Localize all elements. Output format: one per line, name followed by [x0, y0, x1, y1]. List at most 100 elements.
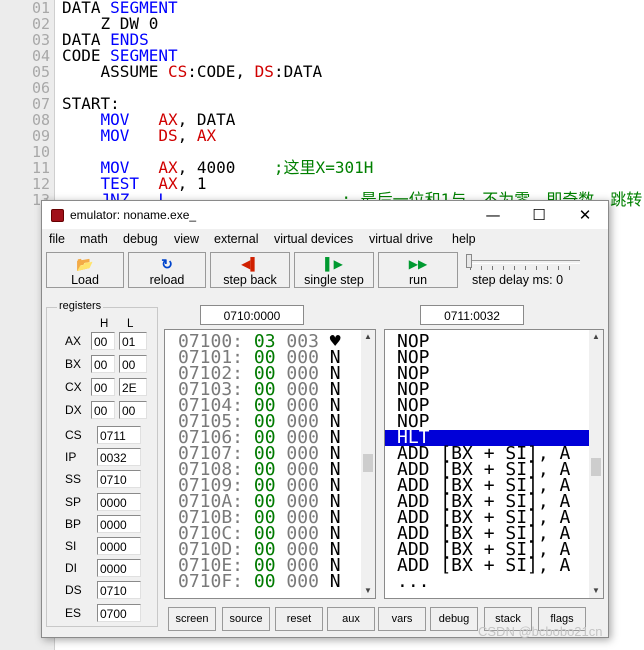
aux-button[interactable]: aux — [327, 607, 375, 631]
register-name-si: SI — [65, 539, 77, 553]
slider-thumb[interactable] — [466, 254, 472, 268]
code-line[interactable]: ASSUME CS:CODE, DS:DATA — [62, 62, 323, 81]
step-back-label: step back — [223, 273, 277, 287]
register-es-value[interactable]: 0700 — [97, 603, 141, 622]
register-name-cs: CS — [65, 428, 82, 442]
source-button[interactable]: source — [222, 607, 270, 631]
menu-file[interactable]: file — [49, 232, 65, 246]
disassembly-row[interactable]: ... — [385, 573, 590, 591]
minimize-button[interactable]: — — [473, 203, 513, 227]
memory-scroll-thumb[interactable] — [363, 454, 373, 472]
scroll-up-icon[interactable]: ▲ — [361, 330, 375, 344]
menu-external[interactable]: external — [214, 232, 258, 246]
step-delay-slider[interactable]: step delay ms: 0 — [466, 252, 606, 288]
code-token: :CODE, — [187, 62, 255, 81]
registers-panel: registers H L AX 00 01 BX 00 00 CX 00 2E DX 00 00 C… — [46, 300, 158, 627]
register-bx-low[interactable]: 00 — [119, 355, 147, 373]
step-back-icon: ◀▌ — [241, 257, 259, 271]
line-number: 02 — [32, 15, 51, 33]
line-number: 09 — [32, 127, 51, 145]
watermark: CSDN @bcbobo21cn — [478, 624, 603, 639]
code-token: CS — [167, 62, 188, 81]
debug-button[interactable]: debug — [430, 607, 478, 631]
reload-label: reload — [149, 273, 185, 287]
window-title: emulator: noname.exe_ — [70, 208, 197, 222]
register-name-ip: IP — [65, 450, 77, 465]
memory-row[interactable]: 0710F: 00 000 N — [178, 571, 341, 592]
register-name-bx: BX — [65, 357, 82, 371]
step-back-button[interactable]: ◀▌ step back — [210, 252, 290, 288]
register-ax-low[interactable]: 01 — [119, 332, 147, 350]
line-number: 08 — [32, 111, 51, 129]
slider-ticks — [470, 266, 580, 270]
title-bar[interactable]: emulator: noname.exe_ — ☐ ✕ — [42, 201, 608, 229]
line-number: 10 — [32, 143, 51, 161]
code-token: , — [177, 126, 197, 145]
register-dx-high[interactable]: 00 — [91, 401, 115, 419]
disassembly-scrollbar[interactable]: ▲ ▼ — [589, 330, 603, 598]
register-sp-value[interactable]: 0000 — [97, 492, 141, 511]
menu-math[interactable]: math — [80, 232, 108, 246]
register-cx-low[interactable]: 2E — [119, 378, 147, 396]
maximize-button[interactable]: ☐ — [519, 203, 559, 227]
register-dx-low[interactable]: 00 — [119, 401, 147, 419]
menu-debug[interactable]: debug — [123, 232, 158, 246]
code-token: :DATA — [273, 62, 323, 81]
register-cx-high[interactable]: 00 — [91, 378, 115, 396]
menu-bar: file math debug view external virtual de… — [42, 229, 608, 249]
registers-caption: registers — [57, 300, 104, 312]
scroll-down-icon[interactable]: ▼ — [589, 584, 603, 598]
code-line[interactable]: MOV DS, AX — [62, 126, 217, 145]
menu-virtual-devices[interactable]: virtual devices — [274, 232, 353, 246]
disassembly-address-field[interactable]: 0711:0032 — [420, 305, 524, 325]
line-number: 12 — [32, 175, 51, 193]
screen-button[interactable]: screen — [168, 607, 216, 631]
reload-button[interactable]: ↻ reload — [128, 252, 206, 288]
register-si-value[interactable]: 0000 — [97, 537, 141, 555]
line-number: 01 — [32, 0, 51, 17]
line-number: 11 — [32, 159, 51, 177]
reset-button[interactable]: reset — [275, 607, 323, 631]
scroll-down-icon[interactable]: ▼ — [361, 584, 375, 598]
line-number: 07 — [32, 95, 51, 113]
code-token: ;这里X=301H — [273, 158, 374, 177]
vars-button[interactable]: vars — [378, 607, 426, 631]
register-name-di: DI — [65, 561, 77, 576]
register-bx-high[interactable]: 00 — [91, 355, 115, 373]
line-number: 06 — [32, 79, 51, 97]
disassembly-scroll-thumb[interactable] — [591, 458, 601, 476]
memory-list[interactable]: 07100: 03 003 ♥ 07101: 00 000 N 07102: 00 … — [164, 329, 376, 599]
toolbar: 📂 Load ↻ reload ◀▌ step back ▌▶ single s… — [46, 252, 602, 292]
register-ax-high[interactable]: 00 — [91, 332, 115, 350]
register-cs-value[interactable]: 0711 — [97, 426, 141, 444]
emulator-window: emulator: noname.exe_ — ☐ ✕ file math de… — [41, 200, 609, 638]
menu-view[interactable]: view — [174, 232, 199, 246]
load-button[interactable]: 📂 Load — [46, 252, 124, 288]
close-button[interactable]: ✕ — [565, 203, 605, 227]
register-name-sp: SP — [65, 494, 82, 509]
memory-address-field[interactable]: 0710:0000 — [200, 305, 304, 325]
code-token: AX — [196, 126, 217, 145]
memory-scrollbar[interactable]: ▲ ▼ — [361, 330, 375, 598]
register-bp-value[interactable]: 0000 — [97, 514, 141, 533]
memory-char: N — [329, 571, 341, 592]
register-name-ss: SS — [65, 472, 82, 487]
register-ip-value[interactable]: 0032 — [97, 448, 141, 467]
disassembly-list[interactable]: NOP NOP NOP NOP NOP NOP HLT ADD [BX + SI], A ADD… — [384, 329, 604, 599]
register-name-es: ES — [65, 605, 82, 620]
register-ss-value[interactable]: 0710 — [97, 470, 141, 489]
register-di-value[interactable]: 0000 — [97, 559, 141, 578]
single-step-button[interactable]: ▌▶ single step — [294, 252, 374, 288]
run-label: run — [408, 273, 428, 287]
scroll-up-icon[interactable]: ▲ — [589, 330, 603, 344]
high-byte-header: H — [100, 318, 109, 330]
menu-virtual-drive[interactable]: virtual drive — [369, 232, 433, 246]
single-step-icon: ▌▶ — [325, 257, 343, 271]
register-ds-value[interactable]: 0710 — [97, 581, 141, 600]
code-token: MOV — [62, 126, 159, 145]
step-delay-label: step delay ms: 0 — [472, 273, 564, 287]
menu-help[interactable]: help — [452, 232, 476, 246]
register-name-bp: BP — [65, 516, 82, 531]
single-step-label: single step — [304, 273, 364, 287]
run-button[interactable]: ▶▶ run — [378, 252, 458, 288]
